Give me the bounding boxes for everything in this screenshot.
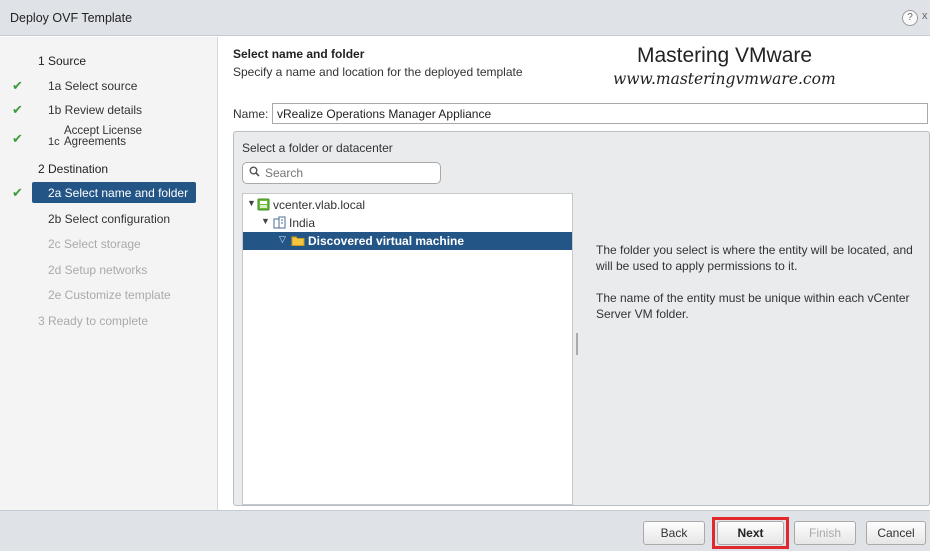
help-icon[interactable]: ? bbox=[902, 10, 918, 26]
folder-icon bbox=[291, 234, 305, 247]
step-label: 2a Select name and folder bbox=[48, 186, 189, 200]
name-input[interactable] bbox=[272, 103, 928, 124]
folder-panel-title: Select a folder or datacenter bbox=[242, 141, 393, 155]
watermark-title: Mastering VMware bbox=[637, 44, 813, 67]
vcenter-icon bbox=[257, 198, 270, 211]
folder-info-text: The folder you select is where the entit… bbox=[596, 242, 926, 338]
step-select-storage: 2c Select storage bbox=[0, 232, 218, 256]
step-accept-license[interactable]: ✔ 1c Accept License Agreements bbox=[0, 125, 218, 151]
info-paragraph: The folder you select is where the entit… bbox=[596, 243, 913, 273]
step-ready-to-complete: 3 Ready to complete bbox=[0, 309, 218, 333]
step-label: 2d Setup networks bbox=[48, 263, 148, 277]
tree-node-discovered-vm[interactable]: ▽ Discovered virtual machine bbox=[243, 232, 572, 250]
back-button[interactable]: Back bbox=[643, 521, 705, 545]
expand-arrow-icon[interactable]: ▽ bbox=[279, 234, 286, 245]
checkmark-icon: ✔ bbox=[12, 131, 23, 146]
next-button-highlight bbox=[712, 517, 789, 549]
checkmark-icon: ✔ bbox=[12, 78, 23, 93]
checkmark-icon: ✔ bbox=[12, 185, 23, 200]
step-setup-networks: 2d Setup networks bbox=[0, 258, 218, 282]
main-content: Select name and folder Specify a name an… bbox=[219, 37, 930, 510]
name-label: Name: bbox=[233, 107, 269, 121]
checkmark-icon: ✔ bbox=[12, 102, 23, 117]
page-subtitle: Specify a name and location for the depl… bbox=[233, 65, 523, 79]
search-box[interactable] bbox=[242, 162, 441, 184]
folder-panel: Select a folder or datacenter ▼ vcenter.… bbox=[233, 131, 930, 506]
wizard-steps-sidebar: 1 Source ✔ 1a Select source ✔ 1b Review … bbox=[0, 37, 218, 510]
step-label: 1 Source bbox=[38, 54, 87, 68]
wizard-footer: Back Next Finish Cancel bbox=[0, 510, 930, 551]
expand-arrow-icon[interactable]: ▼ bbox=[261, 216, 270, 226]
step-label: 2e Customize template bbox=[48, 288, 171, 302]
step-label: 2 Destination bbox=[38, 162, 109, 176]
step-select-configuration[interactable]: 2b Select configuration bbox=[0, 207, 218, 231]
info-paragraph: The name of the entity must be unique wi… bbox=[596, 291, 910, 321]
watermark-url: www.masteringvmware.com bbox=[613, 70, 836, 88]
window-title: Deploy OVF Template bbox=[10, 11, 133, 25]
step-prefix: 1c bbox=[48, 136, 60, 148]
step-destination: 2 Destination bbox=[0, 157, 218, 181]
search-icon bbox=[249, 166, 260, 180]
step-select-name-folder[interactable]: ✔ 2a Select name and folder bbox=[0, 181, 218, 205]
folder-tree: ▼ vcenter.vlab.local ▼ India ▽ Discovere… bbox=[242, 193, 573, 505]
window-titlebar: Deploy OVF Template ? x bbox=[0, 0, 930, 36]
step-customize-template: 2e Customize template bbox=[0, 283, 218, 307]
step-label: 2b Select configuration bbox=[48, 212, 171, 226]
tree-node-vcenter[interactable]: ▼ vcenter.vlab.local bbox=[243, 196, 572, 214]
step-label: 2c Select storage bbox=[48, 237, 141, 251]
step-review-details[interactable]: ✔ 1b Review details bbox=[0, 98, 218, 122]
search-input[interactable] bbox=[265, 165, 435, 181]
step-label: 1a Select source bbox=[48, 79, 138, 93]
tree-node-label: India bbox=[289, 216, 316, 230]
pane-splitter[interactable] bbox=[575, 193, 579, 505]
page-title: Select name and folder bbox=[233, 47, 365, 61]
step-label: 3 Ready to complete bbox=[38, 314, 149, 328]
close-icon[interactable]: x bbox=[922, 10, 928, 22]
finish-button: Finish bbox=[794, 521, 856, 545]
step-select-source[interactable]: ✔ 1a Select source bbox=[0, 74, 218, 98]
datacenter-icon bbox=[273, 216, 286, 229]
step-label: Accept License Agreements bbox=[64, 125, 142, 148]
splitter-grip-icon[interactable] bbox=[576, 333, 578, 355]
cancel-button[interactable]: Cancel bbox=[866, 521, 926, 545]
step-label: 1b Review details bbox=[48, 103, 143, 117]
tree-node-label: Discovered virtual machine bbox=[308, 234, 465, 248]
step-source: 1 Source bbox=[0, 49, 218, 73]
tree-node-label: vcenter.vlab.local bbox=[273, 198, 366, 212]
expand-arrow-icon[interactable]: ▼ bbox=[247, 198, 256, 208]
tree-node-india[interactable]: ▼ India bbox=[243, 214, 572, 232]
